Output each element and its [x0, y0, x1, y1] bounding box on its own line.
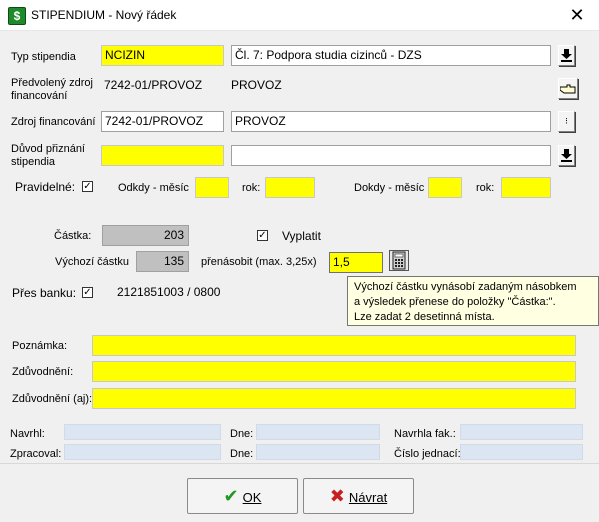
zdroj-code-input[interactable]: 7242-01/PROVOZ — [101, 111, 224, 132]
typ-label: Typ stipendia — [11, 51, 76, 63]
odkdy-label: Odkdy - měsíc — [118, 182, 189, 194]
cislo-jednaci-field — [460, 444, 583, 460]
castka-label: Částka: — [54, 230, 92, 242]
download-arrow-icon — [561, 149, 572, 162]
duvod-label: Důvod přiznání stipendia — [11, 143, 85, 169]
app-icon: $ — [8, 7, 26, 25]
typ-dropdown-button[interactable] — [558, 45, 575, 66]
tooltip-line3: Lze zadat 2 desetinná místa. — [354, 311, 495, 323]
cislo-jednaci-label: Číslo jednací: — [394, 448, 461, 460]
dne2-field — [256, 444, 380, 460]
multiplier-input[interactable]: 1,5 — [329, 252, 383, 273]
zduvodneni-label: Zdůvodnění: — [12, 366, 74, 378]
vychozi-label: Výchozí částku — [55, 256, 129, 268]
checkmark-icon: ✔ — [223, 486, 239, 506]
footer-separator — [0, 463, 599, 464]
zpracoval-field — [64, 444, 221, 460]
zdroj-desc-field[interactable]: PROVOZ — [231, 111, 551, 132]
zduvodneni-input[interactable] — [92, 361, 576, 382]
bank-account: 2121851003 / 0800 — [117, 285, 221, 299]
zpracoval-label: Zpracoval: — [10, 448, 62, 460]
duvod-dropdown-button[interactable] — [558, 145, 575, 166]
predvoleny-label: Předvolený zdroj financování — [11, 77, 93, 103]
download-arrow-icon — [561, 49, 572, 62]
duvod-code-input[interactable] — [101, 145, 224, 166]
ok-button[interactable]: ✔ OK — [187, 478, 298, 514]
duvod-label-line1: Důvod přiznání — [11, 143, 85, 155]
navrhl-label: Navrhl: — [10, 428, 45, 440]
navrat-button[interactable]: ✖ Návrat — [303, 478, 414, 514]
navrhl-field — [64, 424, 221, 440]
vychozi-field: 135 — [136, 251, 189, 272]
prenasobit-label: přenásobit (max. 3,25x) — [201, 256, 317, 268]
odkdy-month-input[interactable] — [195, 177, 229, 198]
pravidelne-checkbox[interactable]: ✓ — [82, 181, 93, 192]
navrat-label: Návrat — [348, 490, 388, 505]
predvoleny-label-line2: financování — [11, 90, 68, 102]
tooltip-line2: a výsledek přenese do položky "Částka:". — [354, 296, 556, 308]
dne1-label: Dne: — [230, 428, 254, 440]
tooltip-line1: Výchozí částku vynásobí zadaným násobkem — [354, 281, 577, 293]
copy-source-button[interactable] — [558, 78, 578, 99]
predvoleny-code: 7242-01/PROVOZ — [104, 78, 203, 92]
dne2-label: Dne: — [230, 448, 254, 460]
dne1-field — [256, 424, 380, 440]
cancel-x-icon: ✖ — [329, 486, 345, 506]
dokdy-label: Dokdy - měsíc — [354, 182, 425, 194]
hand-pointer-icon — [559, 84, 576, 94]
window-title: STIPENDIUM - Nový řádek — [31, 8, 177, 22]
multiplier-tooltip: Výchozí částku vynásobí zadaným násobkem… — [347, 276, 599, 326]
poznamka-label: Poznámka: — [12, 340, 68, 352]
pravidelne-label: Pravidelné: — [15, 180, 76, 194]
calculator-button[interactable] — [389, 250, 409, 271]
banka-label: Přes banku: — [12, 286, 77, 300]
rok-label: rok: — [242, 182, 261, 194]
dokdy-year-input[interactable] — [501, 177, 551, 198]
zdroj-picker-button[interactable]: ⁝ — [558, 111, 575, 132]
zdroj-label: Zdroj financování — [11, 116, 96, 128]
odkdy-year-input[interactable] — [265, 177, 315, 198]
dokdy-month-input[interactable] — [428, 177, 462, 198]
vyplatit-label: Vyplatit — [282, 229, 321, 243]
navrhla-fak-field — [460, 424, 583, 440]
predvoleny-desc: PROVOZ — [231, 78, 282, 92]
vyplatit-checkbox[interactable]: ✓ — [257, 230, 268, 241]
typ-code-input[interactable]: NCIZIN — [101, 45, 224, 66]
calculator-icon — [392, 251, 406, 270]
typ-desc-field[interactable]: Čl. 7: Podpora studia cizinců - DZS — [231, 45, 551, 66]
rok2-label: rok: — [476, 182, 495, 194]
castka-field: 203 — [102, 225, 189, 246]
duvod-label-line2: stipendia — [11, 156, 56, 168]
navrhla-fak-label: Navrhla fak.: — [394, 428, 456, 440]
ok-label: OK — [242, 490, 262, 505]
predvoleny-label-line1: Předvolený zdroj — [11, 77, 93, 89]
zduvodneni-aj-label: Zdůvodnění (aj): — [12, 393, 93, 405]
duvod-desc-field[interactable] — [231, 145, 551, 166]
poznamka-input[interactable] — [92, 335, 576, 356]
zduvodneni-aj-input[interactable] — [92, 388, 576, 409]
banka-checkbox[interactable]: ✓ — [82, 287, 93, 298]
close-button[interactable]: ✕ — [566, 4, 588, 26]
